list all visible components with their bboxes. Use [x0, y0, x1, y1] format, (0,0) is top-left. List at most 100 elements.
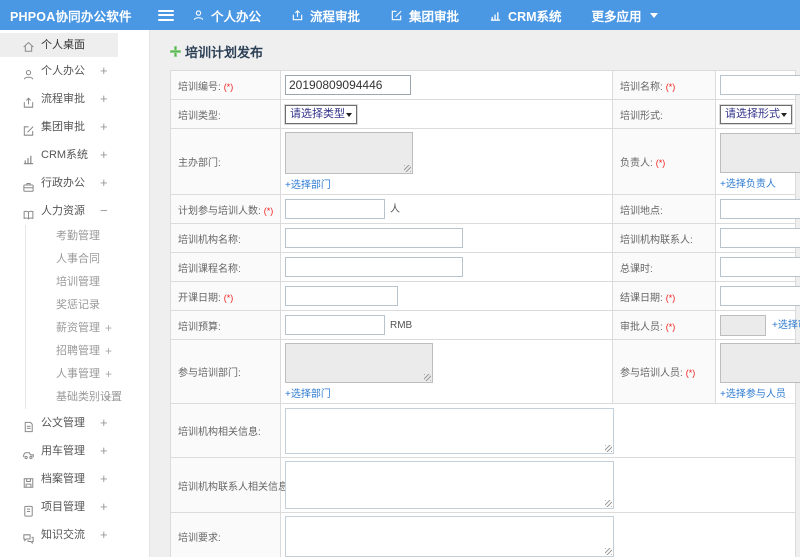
end-date-input[interactable] — [720, 286, 800, 306]
sidebar-item-projects[interactable]: 项目管理 + — [0, 493, 149, 521]
expand-icon[interactable]: + — [100, 141, 108, 169]
select-value: 请选择类型 — [290, 107, 345, 120]
sidebar-item-documents[interactable]: 公文管理 + — [0, 409, 149, 437]
sidebar-subitem-hr-contract[interactable]: 人事合同 — [26, 248, 149, 271]
org-name-input[interactable] — [285, 228, 463, 248]
sidebar-subitem-training[interactable]: 培训管理 — [26, 271, 149, 294]
start-date-input[interactable] — [285, 286, 398, 306]
sidebar-subitem-label: 招聘管理 — [56, 345, 100, 357]
sidebar-subitem-personnel[interactable]: 人事管理 + — [26, 363, 149, 386]
expand-icon[interactable]: + — [100, 169, 108, 197]
resize-grip-icon[interactable] — [605, 548, 612, 555]
resize-grip-icon[interactable] — [605, 500, 612, 507]
expand-icon[interactable]: + — [100, 493, 108, 521]
sidebar-item-crm[interactable]: CRM系统 + — [0, 141, 149, 169]
sidebar-subitem-label: 奖惩记录 — [56, 299, 100, 311]
resize-grip-icon[interactable] — [424, 374, 431, 381]
nav-label: CRM系统 — [508, 9, 562, 24]
expand-icon[interactable]: + — [100, 57, 108, 85]
join-staff-box[interactable] — [720, 343, 800, 383]
book-icon — [22, 205, 35, 220]
sidebar-item-group-approval[interactable]: 集团审批 + — [0, 113, 149, 141]
expand-icon[interactable]: + — [105, 363, 112, 386]
page-title-bar: 培训计划发布 — [170, 42, 800, 61]
expand-icon[interactable]: + — [105, 317, 112, 340]
join-dept-box[interactable] — [285, 343, 433, 383]
sidebar-item-knowledge[interactable]: 知识交流 + — [0, 521, 149, 549]
sidebar-subitem-rewards[interactable]: 奖惩记录 — [26, 294, 149, 317]
approver-box[interactable] — [720, 314, 766, 336]
sidebar-item-workflow-approval[interactable]: 流程审批 + — [0, 85, 149, 113]
form-row: 培训要求: — [170, 512, 796, 557]
nav-workflow-approval[interactable]: 流程审批 — [291, 6, 360, 25]
sidebar-subitem-recruit[interactable]: 招聘管理 + — [26, 340, 149, 363]
collapse-icon[interactable]: − — [100, 197, 108, 225]
training-name-input[interactable] — [720, 75, 800, 95]
course-name-input[interactable] — [285, 257, 463, 277]
org-contact-info-textarea[interactable] — [285, 461, 614, 509]
chat-icon — [22, 529, 35, 545]
field-label: 培训要求: — [178, 533, 221, 544]
form-row: 开课日期: (*) 结课日期: (*) — [170, 281, 800, 311]
sidebar-subitem-base-category[interactable]: 基础类别设置 + — [26, 386, 149, 409]
budget-input[interactable] — [285, 315, 385, 335]
sidebar-item-label: CRM系统 — [41, 149, 89, 161]
location-input[interactable] — [720, 199, 800, 219]
leader-box[interactable] — [720, 133, 800, 173]
field-label: 培训课程名称: — [178, 263, 241, 275]
org-info-textarea[interactable] — [285, 407, 614, 454]
select-leader-link[interactable]: +选择负责人 — [720, 179, 776, 190]
form-row: 参与培训部门: +选择部门 参与培训人员: (*) +选择参与人员 — [170, 339, 800, 404]
field-label: 培训机构联系人相关信息: — [178, 481, 291, 493]
field-label: 培训预算: — [178, 321, 221, 333]
sidebar-item-label: 公文管理 — [41, 417, 85, 429]
nav-personal-office[interactable]: 个人办公 — [192, 6, 261, 25]
training-no-input[interactable] — [285, 75, 411, 95]
expand-icon[interactable]: + — [100, 465, 108, 493]
expand-icon[interactable]: + — [100, 113, 108, 141]
form-row: 培训编号:(*) 培训名称:(*) — [170, 70, 800, 100]
sidebar-item-label: 用车管理 — [41, 445, 85, 457]
expand-icon[interactable]: + — [100, 437, 108, 465]
sidebar-item-label: 个人桌面 — [41, 39, 85, 51]
requirements-textarea[interactable] — [285, 516, 614, 557]
sidebar: 个人桌面 个人办公 + 流程审批 + 集团审批 + CRM系统 + 行政办公 +… — [0, 30, 150, 557]
sidebar-item-admin-office[interactable]: 行政办公 + — [0, 169, 149, 197]
select-dept-link[interactable]: +选择部门 — [285, 389, 331, 400]
nav-group-approval[interactable]: 集团审批 — [390, 6, 459, 25]
resize-grip-icon[interactable] — [404, 165, 411, 172]
sidebar-item-hr[interactable]: 人力资源 − — [0, 197, 149, 225]
total-hours-input[interactable] — [720, 257, 800, 277]
field-label: 参与培训人员: — [620, 368, 683, 379]
select-dept-link[interactable]: +选择部门 — [285, 180, 331, 191]
expand-icon[interactable]: + — [105, 340, 112, 363]
expand-icon[interactable]: + — [105, 386, 112, 409]
planned-count-input[interactable] — [285, 199, 385, 219]
expand-icon[interactable]: + — [100, 85, 108, 113]
org-contact-input[interactable] — [720, 228, 800, 248]
training-form-select[interactable]: 请选择形式 — [720, 104, 792, 124]
menu-icon[interactable] — [158, 9, 174, 21]
sidebar-subitem-label: 培训管理 — [56, 276, 100, 288]
sidebar-item-vehicles[interactable]: 用车管理 + — [0, 437, 149, 465]
form-row: 主办部门: +选择部门 负责人: (*) +选择负责人 — [170, 128, 800, 195]
sidebar-subitem-salary[interactable]: 薪资管理 + — [26, 317, 149, 340]
field-label: 开课日期: — [178, 292, 221, 304]
training-type-select[interactable]: 请选择类型 — [285, 104, 357, 124]
main-content: 培训计划发布 培训编号:(*) 培训名称:(*) 培训类型: 请选择类型 培训形… — [150, 30, 800, 557]
sidebar-subitem-label: 考勤管理 — [56, 230, 100, 242]
expand-icon[interactable]: + — [100, 409, 108, 437]
host-dept-box[interactable] — [285, 132, 413, 174]
nav-more-apps[interactable]: 更多应用 — [592, 6, 658, 25]
resize-grip-icon[interactable] — [605, 444, 612, 452]
sidebar-item-archives[interactable]: 档案管理 + — [0, 465, 149, 493]
sidebar-subitem-label: 人事合同 — [56, 253, 100, 265]
expand-icon[interactable]: + — [100, 521, 108, 549]
sidebar-subitem-attendance[interactable]: 考勤管理 — [26, 225, 149, 248]
sidebar-item-personal-desktop[interactable]: 个人桌面 — [0, 33, 118, 57]
select-staff-link[interactable]: +选择参与人员 — [720, 389, 786, 400]
sidebar-item-personal-office[interactable]: 个人办公 + — [0, 57, 149, 85]
select-approver-link[interactable]: +选择审批人员 — [772, 320, 800, 331]
user-icon — [192, 9, 205, 22]
nav-crm-system[interactable]: CRM系统 — [489, 6, 562, 25]
